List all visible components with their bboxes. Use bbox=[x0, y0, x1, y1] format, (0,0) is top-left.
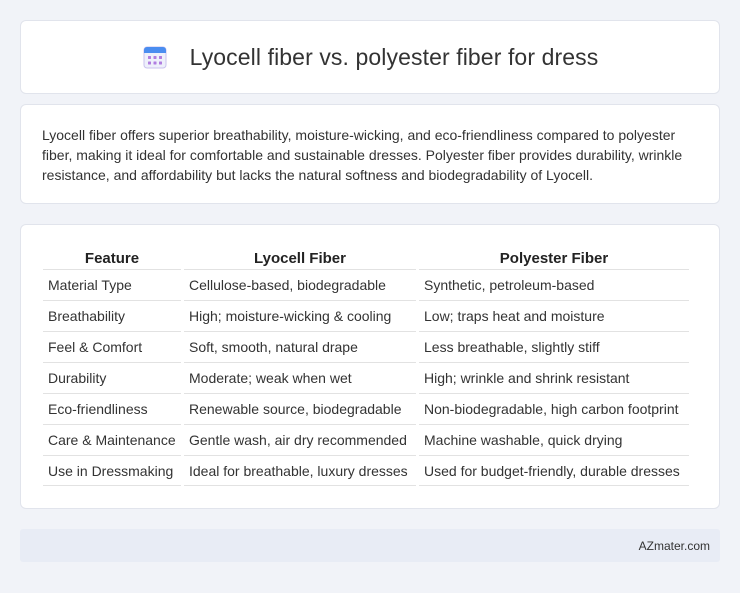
summary-card: Lyocell fiber offers superior breathabil… bbox=[20, 104, 720, 204]
lyocell-cell: Soft, smooth, natural drape bbox=[184, 331, 416, 362]
polyester-cell: High; wrinkle and shrink resistant bbox=[419, 362, 689, 393]
polyester-cell: Machine washable, quick drying bbox=[419, 424, 689, 455]
table-row: Breathability High; moisture-wicking & c… bbox=[43, 300, 689, 331]
header-lyocell: Lyocell Fiber bbox=[254, 249, 346, 267]
feature-cell: Eco-friendliness bbox=[43, 393, 181, 424]
table-row: Care & Maintenance Gentle wash, air dry … bbox=[43, 424, 689, 455]
header-feature: Feature bbox=[84, 249, 140, 267]
polyester-cell: Low; traps heat and moisture bbox=[419, 300, 689, 331]
polyester-cell: Synthetic, petroleum-based bbox=[419, 269, 689, 300]
footer-brand[interactable]: AZmater.com bbox=[639, 539, 710, 553]
calendar-icon bbox=[142, 44, 168, 70]
footer-bar: AZmater.com bbox=[20, 529, 720, 562]
table-header-row: Feature Lyocell Fiber Polyester Fiber bbox=[43, 247, 689, 269]
feature-cell: Feel & Comfort bbox=[43, 331, 181, 362]
lyocell-cell: Moderate; weak when wet bbox=[184, 362, 416, 393]
lyocell-cell: High; moisture-wicking & cooling bbox=[184, 300, 416, 331]
feature-cell: Use in Dressmaking bbox=[43, 455, 181, 486]
polyester-cell: Used for budget-friendly, durable dresse… bbox=[419, 455, 689, 486]
feature-cell: Material Type bbox=[43, 269, 181, 300]
feature-cell: Durability bbox=[43, 362, 181, 393]
polyester-cell: Non-biodegradable, high carbon footprint bbox=[419, 393, 689, 424]
lyocell-cell: Cellulose-based, biodegradable bbox=[184, 269, 416, 300]
page-title: Lyocell fiber vs. polyester fiber for dr… bbox=[189, 43, 599, 70]
table-row: Eco-friendliness Renewable source, biode… bbox=[43, 393, 689, 424]
feature-cell: Breathability bbox=[43, 300, 181, 331]
summary-text: Lyocell fiber offers superior breathabil… bbox=[42, 127, 683, 183]
table-row: Feel & Comfort Soft, smooth, natural dra… bbox=[43, 331, 689, 362]
table-row: Material Type Cellulose-based, biodegrad… bbox=[43, 269, 689, 300]
table-card: Feature Lyocell Fiber Polyester Fiber Ma… bbox=[20, 224, 720, 509]
polyester-cell: Less breathable, slightly stiff bbox=[419, 331, 689, 362]
lyocell-cell: Renewable source, biodegradable bbox=[184, 393, 416, 424]
title-card: Lyocell fiber vs. polyester fiber for dr… bbox=[20, 20, 720, 94]
comparison-table: Feature Lyocell Fiber Polyester Fiber Ma… bbox=[40, 247, 692, 486]
header-polyester: Polyester Fiber bbox=[499, 249, 609, 267]
table-row: Durability Moderate; weak when wet High;… bbox=[43, 362, 689, 393]
table-row: Use in Dressmaking Ideal for breathable,… bbox=[43, 455, 689, 486]
lyocell-cell: Ideal for breathable, luxury dresses bbox=[184, 455, 416, 486]
lyocell-cell: Gentle wash, air dry recommended bbox=[184, 424, 416, 455]
feature-cell: Care & Maintenance bbox=[43, 424, 181, 455]
